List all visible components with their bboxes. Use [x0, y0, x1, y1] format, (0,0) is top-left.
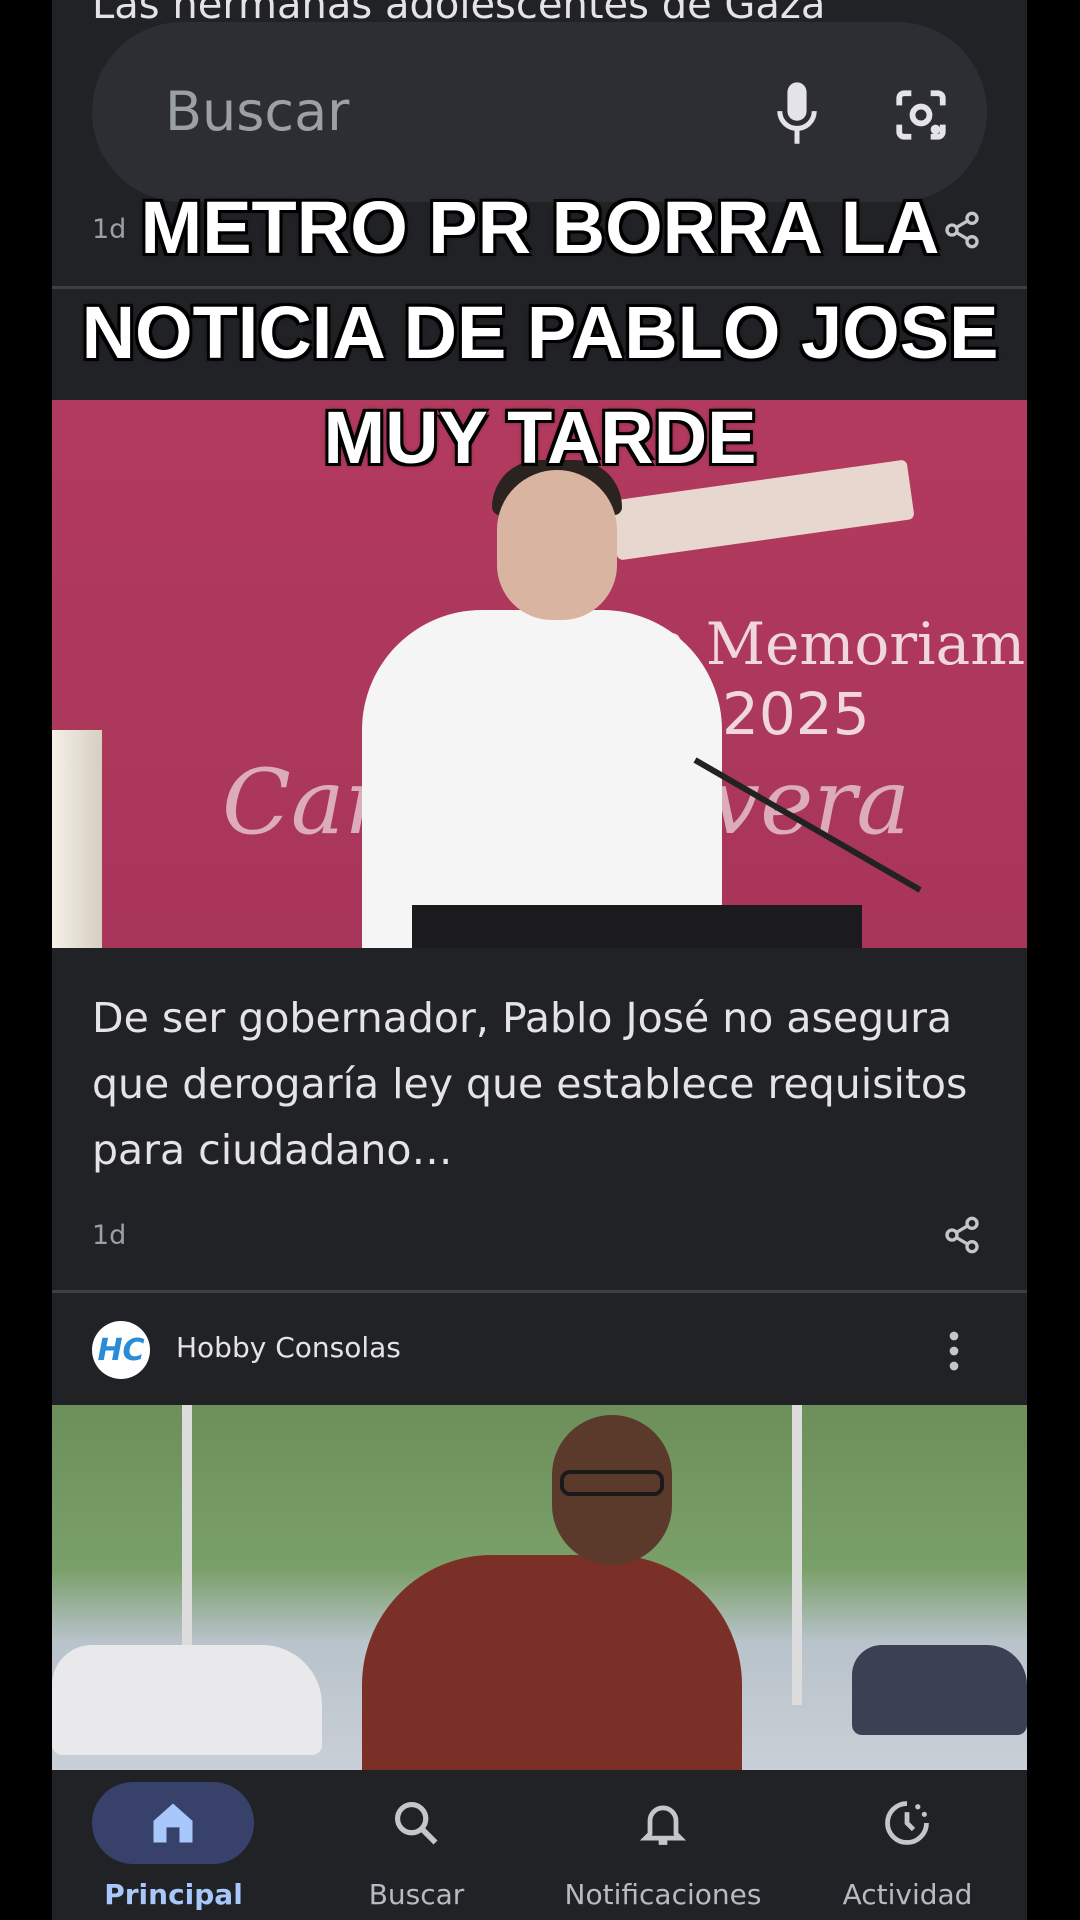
nav-label: Principal [104, 1878, 243, 1911]
nav-buscar[interactable]: Buscar [295, 1770, 538, 1920]
search-input[interactable]: Buscar [165, 80, 349, 143]
caption-line-3: MUY TARDE [323, 396, 757, 479]
nav-principal[interactable]: Principal [52, 1770, 295, 1920]
article-title[interactable]: De ser gobernador, Pablo José no asegura… [92, 985, 992, 1183]
nav-notificaciones[interactable]: Notificaciones [538, 1770, 788, 1920]
caption-line-1: METRO PR BORRA LA [140, 186, 940, 269]
nav-actividad[interactable]: Actividad [788, 1770, 1027, 1920]
more-options-icon[interactable] [949, 1331, 959, 1371]
article-age: 1d [92, 1220, 127, 1251]
sunglasses [560, 1470, 664, 1496]
activity-icon [885, 1801, 929, 1845]
car [52, 1645, 322, 1755]
camera-lens-icon[interactable] [892, 86, 950, 144]
source-row[interactable]: HC Hobby Consolas [52, 1295, 1027, 1405]
caption-line-2: NOTICIA DE PABLO JOSE [81, 291, 999, 374]
source-logo: HC [92, 1321, 150, 1379]
bottom-navigation: Principal Buscar Notificaciones Activida… [52, 1770, 1027, 1920]
nav-label: Buscar [368, 1878, 465, 1911]
share-icon[interactable] [942, 1215, 982, 1255]
street-pole [792, 1405, 802, 1705]
nav-label: Notificaciones [564, 1878, 762, 1911]
nav-label: Actividad [842, 1878, 973, 1911]
microphone-icon[interactable] [774, 80, 820, 150]
home-icon [153, 1803, 193, 1843]
article-image[interactable] [52, 1405, 1027, 1770]
podium [412, 905, 862, 948]
person-figure [362, 1555, 742, 1770]
speaker-head [497, 470, 617, 620]
car [852, 1645, 1027, 1735]
search-icon [394, 1801, 438, 1845]
card-divider [52, 1290, 1027, 1293]
backdrop-year: 2025 [722, 680, 870, 748]
flower-decoration [52, 730, 102, 948]
bell-icon [639, 1805, 687, 1845]
speaker-figure [362, 610, 722, 948]
source-name: Hobby Consolas [176, 1331, 401, 1364]
search-bar[interactable]: Buscar [92, 22, 987, 202]
